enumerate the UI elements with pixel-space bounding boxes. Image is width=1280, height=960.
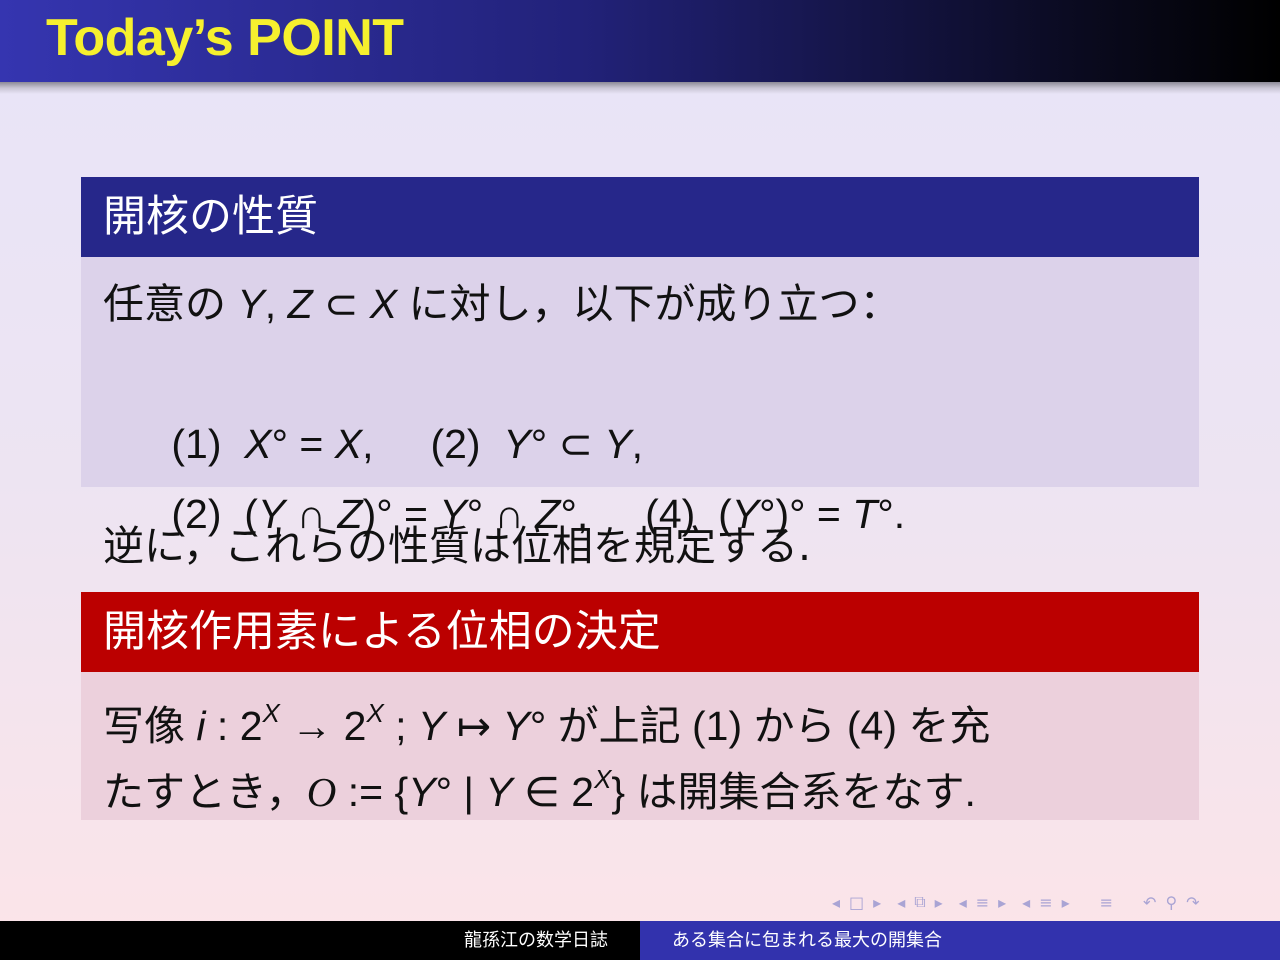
search-icon[interactable]: ⚲	[1165, 893, 1177, 912]
var: O	[306, 769, 337, 815]
theorem-block-title: 開核の性質	[81, 177, 1199, 257]
var: X	[244, 421, 272, 467]
definition-block-body: 写像 i : 2X → 2X ; Y ↦ Y° が上記 (1) から (4) を…	[81, 672, 1199, 820]
text: °.	[877, 491, 906, 537]
superscript: X	[366, 698, 384, 728]
appendix-icon[interactable]: ≡	[1100, 893, 1113, 912]
text: := {	[336, 769, 409, 815]
text: が上記 (1) から (4) を充	[546, 703, 991, 749]
document-icon[interactable]: ≡	[1039, 893, 1052, 912]
text: → 2	[279, 703, 367, 749]
text: °	[271, 421, 289, 467]
footer-title: ある集合に包まれる最大の開集合	[640, 921, 1280, 960]
text: ⊂	[547, 421, 605, 467]
text: : 2	[205, 703, 263, 749]
text: 任意の	[103, 281, 238, 327]
definition-block: 開核作用素による位相の決定 写像 i : 2X → 2X ; Y ↦ Y° が上…	[81, 592, 1199, 820]
prev-document-icon[interactable]: ◂	[1022, 893, 1030, 912]
footer: 龍孫江の数学日誌 ある集合に包まれる最大の開集合	[0, 921, 1280, 960]
text: に対し，以下が成り立つ：	[397, 281, 901, 327]
next-subsection-icon[interactable]: ▸	[935, 893, 943, 912]
prev-frame-icon[interactable]: ◂	[832, 893, 840, 912]
subsection-icon[interactable]: ⧉	[914, 892, 925, 912]
text: ∈ 2	[512, 769, 595, 815]
text: ,	[264, 281, 288, 327]
footer-author: 龍孫江の数学日誌	[0, 921, 640, 960]
var: Z	[287, 281, 313, 327]
text: ;	[383, 703, 418, 749]
forward-icon[interactable]: ↷	[1186, 893, 1199, 912]
frame-icon[interactable]: □	[849, 893, 864, 912]
theorem-line-1: 任意の Y, Z ⊂ X に対し，以下が成り立つ：	[103, 269, 1199, 339]
text: ° |	[435, 769, 486, 815]
var: X	[369, 281, 398, 327]
slide-title: Today’s POINT	[46, 9, 404, 67]
text: =	[288, 421, 335, 467]
text: ↦	[445, 703, 503, 749]
var: Y	[417, 703, 446, 749]
title-bar: Today’s POINT	[0, 0, 1280, 82]
prev-section-icon[interactable]: ◂	[959, 893, 967, 912]
remark-text: 逆に，これらの性質は位相を規定する.	[103, 522, 811, 570]
text: たすとき，	[103, 769, 307, 815]
superscript: X	[262, 698, 280, 728]
var: T	[852, 491, 878, 537]
var: Y	[485, 769, 513, 815]
theorem-block: 開核の性質 任意の Y, Z ⊂ X に対し，以下が成り立つ： (1) X° =…	[81, 177, 1199, 537]
theorem-block-body: 任意の Y, Z ⊂ X に対し，以下が成り立つ： (1) X° = X, (2…	[81, 257, 1199, 537]
var: Y	[604, 421, 632, 467]
definition-line-1: 写像 i : 2X → 2X ; Y ↦ Y° が上記 (1) から (4) を…	[103, 680, 1199, 749]
prev-subsection-icon[interactable]: ◂	[897, 893, 905, 912]
next-frame-icon[interactable]: ▸	[873, 893, 881, 912]
var: Y	[503, 421, 531, 467]
text: ,	[631, 421, 644, 467]
text: 写像	[103, 703, 197, 749]
beamer-navigation: ◂ □ ▸ ◂ ⧉ ▸ ◂ ≡ ▸ ◂ ≡ ▸ ≡ ↶ ⚲ ↷	[832, 890, 1209, 914]
theorem-line-2: (1) X° = X, (2) Y° ⊂ Y,	[103, 339, 1199, 467]
section-icon[interactable]: ≡	[976, 893, 989, 912]
text: °	[530, 421, 548, 467]
var: i	[196, 703, 206, 749]
text: ⊂	[312, 281, 370, 327]
definition-line-2: たすとき，O := {Y° | Y ∈ 2X} は開集合系をなす.	[103, 746, 1199, 815]
text: (1)	[171, 421, 245, 467]
next-document-icon[interactable]: ▸	[1062, 893, 1070, 912]
back-icon[interactable]: ↶	[1143, 893, 1156, 912]
text: } は開集合系をなす.	[611, 769, 976, 815]
var: Y	[237, 281, 265, 327]
next-section-icon[interactable]: ▸	[998, 893, 1006, 912]
title-shadow	[0, 82, 1280, 94]
superscript: X	[594, 764, 612, 794]
var: Y	[408, 769, 436, 815]
var: X	[334, 421, 363, 467]
var: Y	[502, 703, 530, 749]
definition-block-title: 開核作用素による位相の決定	[81, 592, 1199, 672]
text: °	[529, 703, 547, 749]
text: , (2)	[362, 421, 504, 467]
